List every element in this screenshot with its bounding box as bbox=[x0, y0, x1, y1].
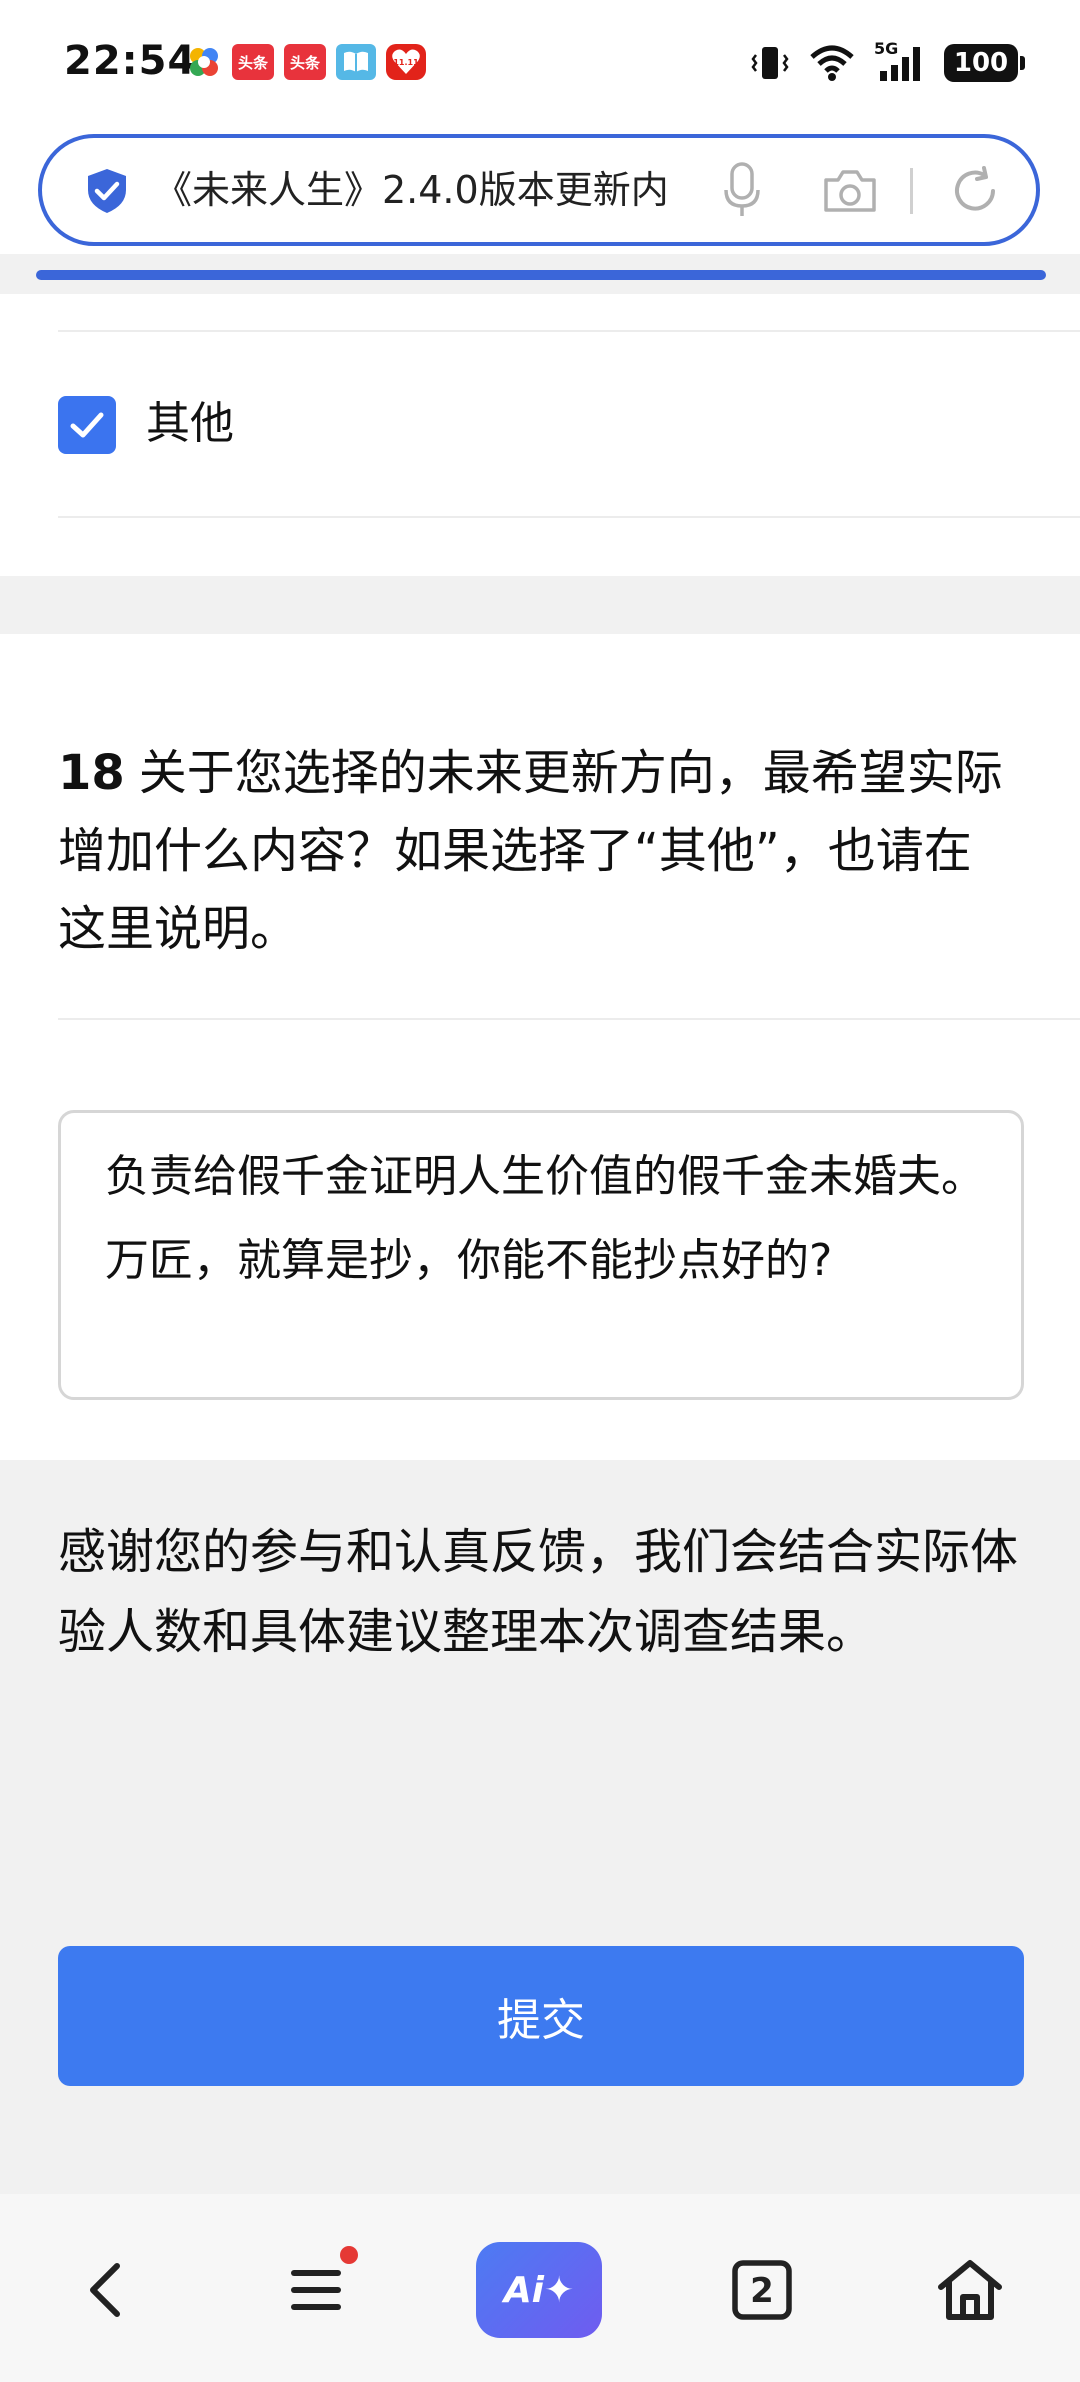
thanks-message: 感谢您的参与和认真反馈，我们会结合实际体验人数和具体建议整理本次调查结果。 bbox=[58, 1524, 1019, 1660]
loading-progress bbox=[0, 254, 1080, 294]
answer-text[interactable]: 负责给假千金证明人生价值的假千金未婚夫。万匠，就算是抄，你能不能抄点好的? bbox=[105, 1135, 985, 1303]
toutiao-icon: 头条 bbox=[232, 44, 274, 80]
tmall-label: 11.11 bbox=[393, 58, 419, 67]
browser-toolbar: 《未来人生》2.4.0版本更新内 bbox=[0, 128, 1080, 254]
cellular-icon: 5G bbox=[874, 39, 926, 83]
notification-dot bbox=[340, 2246, 358, 2264]
tabs-button[interactable]: 2 bbox=[712, 2240, 812, 2340]
divider bbox=[58, 1018, 1080, 1020]
address-bar[interactable]: 《未来人生》2.4.0版本更新内 bbox=[38, 134, 1040, 246]
book-icon bbox=[336, 44, 376, 80]
vibrate-icon bbox=[751, 47, 789, 79]
ai-assistant-button[interactable]: Ai✦ bbox=[476, 2242, 602, 2338]
back-button[interactable] bbox=[56, 2240, 156, 2340]
status-time: 22:54 bbox=[64, 38, 197, 84]
notification-icons: 头条 头条 11.11 bbox=[186, 42, 426, 82]
back-arrow-icon bbox=[90, 2263, 120, 2317]
menu-icon bbox=[291, 2270, 341, 2310]
question-text: 关于您选择的未来更新方向，最希望实际增加什么内容？如果选择了“其他”，也请在这里… bbox=[58, 745, 1003, 957]
bottom-navigation: Ai✦ 2 bbox=[0, 2194, 1080, 2382]
option-checkbox[interactable] bbox=[58, 396, 116, 454]
wifi-icon bbox=[810, 45, 854, 81]
toutiao-icon: 头条 bbox=[284, 44, 326, 80]
question-title: 18 关于您选择的未来更新方向，最希望实际增加什么内容？如果选择了“其他”，也请在… bbox=[58, 734, 1018, 968]
answer-textarea[interactable]: 负责给假千金证明人生价值的假千金未婚夫。万匠，就算是抄，你能不能抄点好的? bbox=[58, 1110, 1024, 1400]
progress-bar bbox=[36, 270, 1046, 280]
tabs-icon: 2 bbox=[732, 2260, 792, 2320]
address-divider bbox=[910, 168, 913, 214]
home-icon bbox=[938, 2260, 1002, 2320]
tab-count: 2 bbox=[750, 2271, 774, 2311]
question-number: 18 bbox=[58, 745, 125, 801]
divider bbox=[58, 330, 1080, 332]
home-button[interactable] bbox=[920, 2240, 1020, 2340]
question-card: 18 关于您选择的未来更新方向，最希望实际增加什么内容？如果选择了“其他”，也请在… bbox=[0, 634, 1080, 1460]
option-card: 其他 bbox=[0, 294, 1080, 576]
camera-icon[interactable] bbox=[822, 166, 878, 216]
status-bar: 22:54 头条 头条 11.11 5G 100 bbox=[0, 0, 1080, 128]
submit-button[interactable]: 提交 bbox=[58, 1946, 1024, 2086]
microphone-icon[interactable] bbox=[720, 160, 764, 220]
refresh-icon[interactable] bbox=[948, 164, 1002, 218]
shield-icon bbox=[88, 169, 126, 213]
divider bbox=[58, 516, 1080, 518]
pinwheel-icon bbox=[186, 44, 222, 80]
tmall-icon: 11.11 bbox=[386, 44, 426, 80]
url-text[interactable]: 《未来人生》2.4.0版本更新内 bbox=[154, 164, 734, 216]
battery-indicator: 100 bbox=[944, 44, 1025, 82]
system-icons: 5G 100 bbox=[750, 39, 1025, 84]
option-label[interactable]: 其他 bbox=[146, 394, 234, 454]
survey-page: 22:54 头条 头条 11.11 5G 100 《未来人生》2.4.0版本更新… bbox=[0, 0, 1080, 2382]
